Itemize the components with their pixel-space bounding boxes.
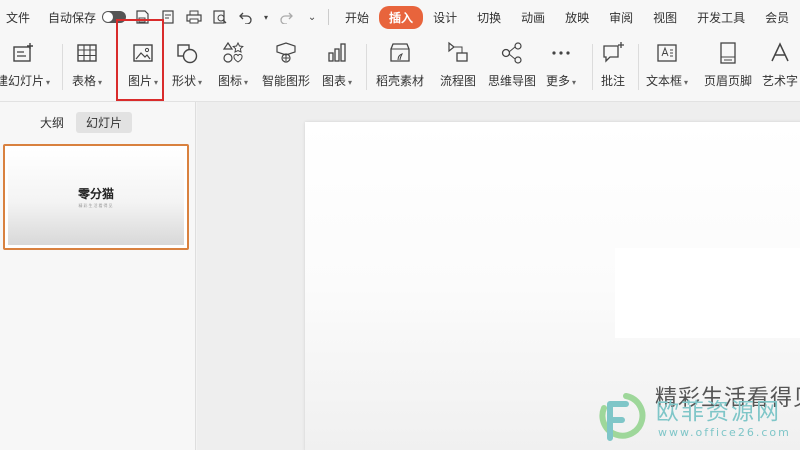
chevron-down-icon: ▾ bbox=[684, 78, 689, 87]
undo-icon[interactable] bbox=[236, 7, 256, 27]
ribbon-divider bbox=[366, 44, 367, 90]
chart-icon bbox=[324, 40, 350, 66]
print-icon[interactable] bbox=[184, 7, 204, 27]
textbox-button[interactable]: 文本框 ▾ bbox=[646, 40, 688, 96]
autosave-label: 自动保存 bbox=[48, 10, 97, 25]
more-icon bbox=[548, 40, 574, 66]
watermark-url: www.office26.com bbox=[658, 426, 791, 439]
textbox-icon bbox=[654, 40, 680, 66]
table-label: 表格 bbox=[72, 74, 97, 88]
ribbon-divider bbox=[638, 44, 639, 90]
chart-button[interactable]: 图表 ▾ bbox=[322, 40, 352, 96]
chevron-down-icon: ▾ bbox=[244, 78, 249, 87]
comment-button[interactable]: 批注 bbox=[600, 40, 626, 96]
icons-button[interactable]: 图标 ▾ bbox=[218, 40, 248, 96]
thumbnail-subtitle: 精彩生活看得见 bbox=[78, 203, 114, 208]
menubar-divider bbox=[328, 9, 330, 25]
redo-icon[interactable] bbox=[276, 7, 296, 27]
material-store-icon bbox=[387, 40, 413, 66]
material-button[interactable]: 稻壳素材 bbox=[376, 40, 424, 96]
comment-icon bbox=[600, 40, 626, 66]
table-button[interactable]: 表格 ▾ bbox=[72, 40, 102, 96]
undo-dropdown-icon[interactable]: ▾ bbox=[262, 7, 270, 27]
mindmap-button[interactable]: 思维导图 bbox=[488, 40, 536, 96]
mindmap-icon bbox=[499, 40, 525, 66]
header-footer-button[interactable]: 页眉页脚 bbox=[704, 40, 752, 96]
tab-developer[interactable]: 开发工具 bbox=[687, 6, 755, 29]
more-label: 更多 bbox=[546, 74, 571, 88]
new-slide-button[interactable]: 建幻灯片 ▾ bbox=[0, 40, 50, 96]
new-slide-label: 建幻灯片 bbox=[0, 74, 45, 88]
icons-icon bbox=[220, 40, 246, 66]
tab-slideshow[interactable]: 放映 bbox=[555, 6, 599, 29]
chart-label: 图表 bbox=[322, 74, 347, 88]
flowchart-button[interactable]: 流程图 bbox=[440, 40, 476, 96]
slide-thumbnail-preview: 零分猫 精彩生活看得见 bbox=[8, 149, 184, 245]
slide-placeholder-box[interactable] bbox=[615, 248, 800, 338]
more-button[interactable]: 更多 ▾ bbox=[546, 40, 576, 96]
header-footer-label: 页眉页脚 bbox=[704, 74, 753, 88]
material-label: 稻壳素材 bbox=[376, 74, 425, 88]
textbox-label: 文本框 bbox=[646, 74, 683, 88]
icons-label: 图标 bbox=[218, 74, 243, 88]
file-menu[interactable]: 文件 bbox=[6, 9, 30, 26]
print-preview-icon[interactable] bbox=[210, 7, 230, 27]
picture-button-highlight bbox=[116, 19, 164, 101]
thumbnail-title: 零分猫 bbox=[77, 187, 114, 201]
tab-home[interactable]: 开始 bbox=[335, 6, 379, 29]
tab-outline[interactable]: 大纲 bbox=[30, 112, 74, 133]
shape-button[interactable]: 形状 ▾ bbox=[172, 40, 202, 96]
mindmap-label: 思维导图 bbox=[488, 74, 537, 88]
tab-design[interactable]: 设计 bbox=[423, 6, 467, 29]
ribbon-divider bbox=[592, 44, 593, 90]
customize-toolbar-icon[interactable]: ⌄ bbox=[302, 7, 322, 27]
comment-label: 批注 bbox=[600, 74, 625, 88]
wordart-icon bbox=[767, 40, 793, 66]
tab-member[interactable]: 会员 bbox=[755, 6, 799, 29]
new-slide-icon bbox=[10, 40, 36, 66]
flowchart-label: 流程图 bbox=[440, 74, 477, 88]
watermark-logo-icon bbox=[599, 393, 646, 441]
tab-animations[interactable]: 动画 bbox=[511, 6, 555, 29]
chevron-down-icon: ▾ bbox=[46, 78, 51, 87]
wordart-label: 艺术字 bbox=[762, 74, 799, 88]
chevron-down-icon: ▾ bbox=[348, 78, 353, 87]
tab-slides[interactable]: 幻灯片 bbox=[76, 112, 133, 133]
shape-label: 形状 bbox=[172, 74, 197, 88]
slide-thumbnail[interactable]: 零分猫 精彩生活看得见 bbox=[3, 144, 189, 250]
wordart-button[interactable]: 艺术字 bbox=[762, 40, 798, 96]
smartart-label: 智能图形 bbox=[262, 74, 311, 88]
smartart-icon bbox=[273, 40, 299, 66]
chevron-down-icon: ▾ bbox=[572, 78, 577, 87]
watermark-name: 欧菲资源网 bbox=[656, 399, 781, 425]
flowchart-icon bbox=[445, 40, 471, 66]
table-icon bbox=[74, 40, 100, 66]
smartart-button[interactable]: 智能图形 bbox=[262, 40, 310, 96]
tab-view[interactable]: 视图 bbox=[643, 6, 687, 29]
chevron-down-icon: ▾ bbox=[98, 78, 103, 87]
header-footer-icon bbox=[715, 40, 741, 66]
ribbon-divider bbox=[62, 44, 63, 90]
shape-icon bbox=[174, 40, 200, 66]
slides-panel: 大纲 幻灯片 零分猫 精彩生活看得见 bbox=[0, 102, 196, 450]
tab-review[interactable]: 审阅 bbox=[599, 6, 643, 29]
tab-insert[interactable]: 插入 bbox=[379, 5, 424, 29]
chevron-down-icon: ▾ bbox=[198, 78, 203, 87]
tab-transitions[interactable]: 切换 bbox=[467, 6, 511, 29]
watermark: 欧菲资源网 www.office26.com bbox=[592, 388, 800, 450]
